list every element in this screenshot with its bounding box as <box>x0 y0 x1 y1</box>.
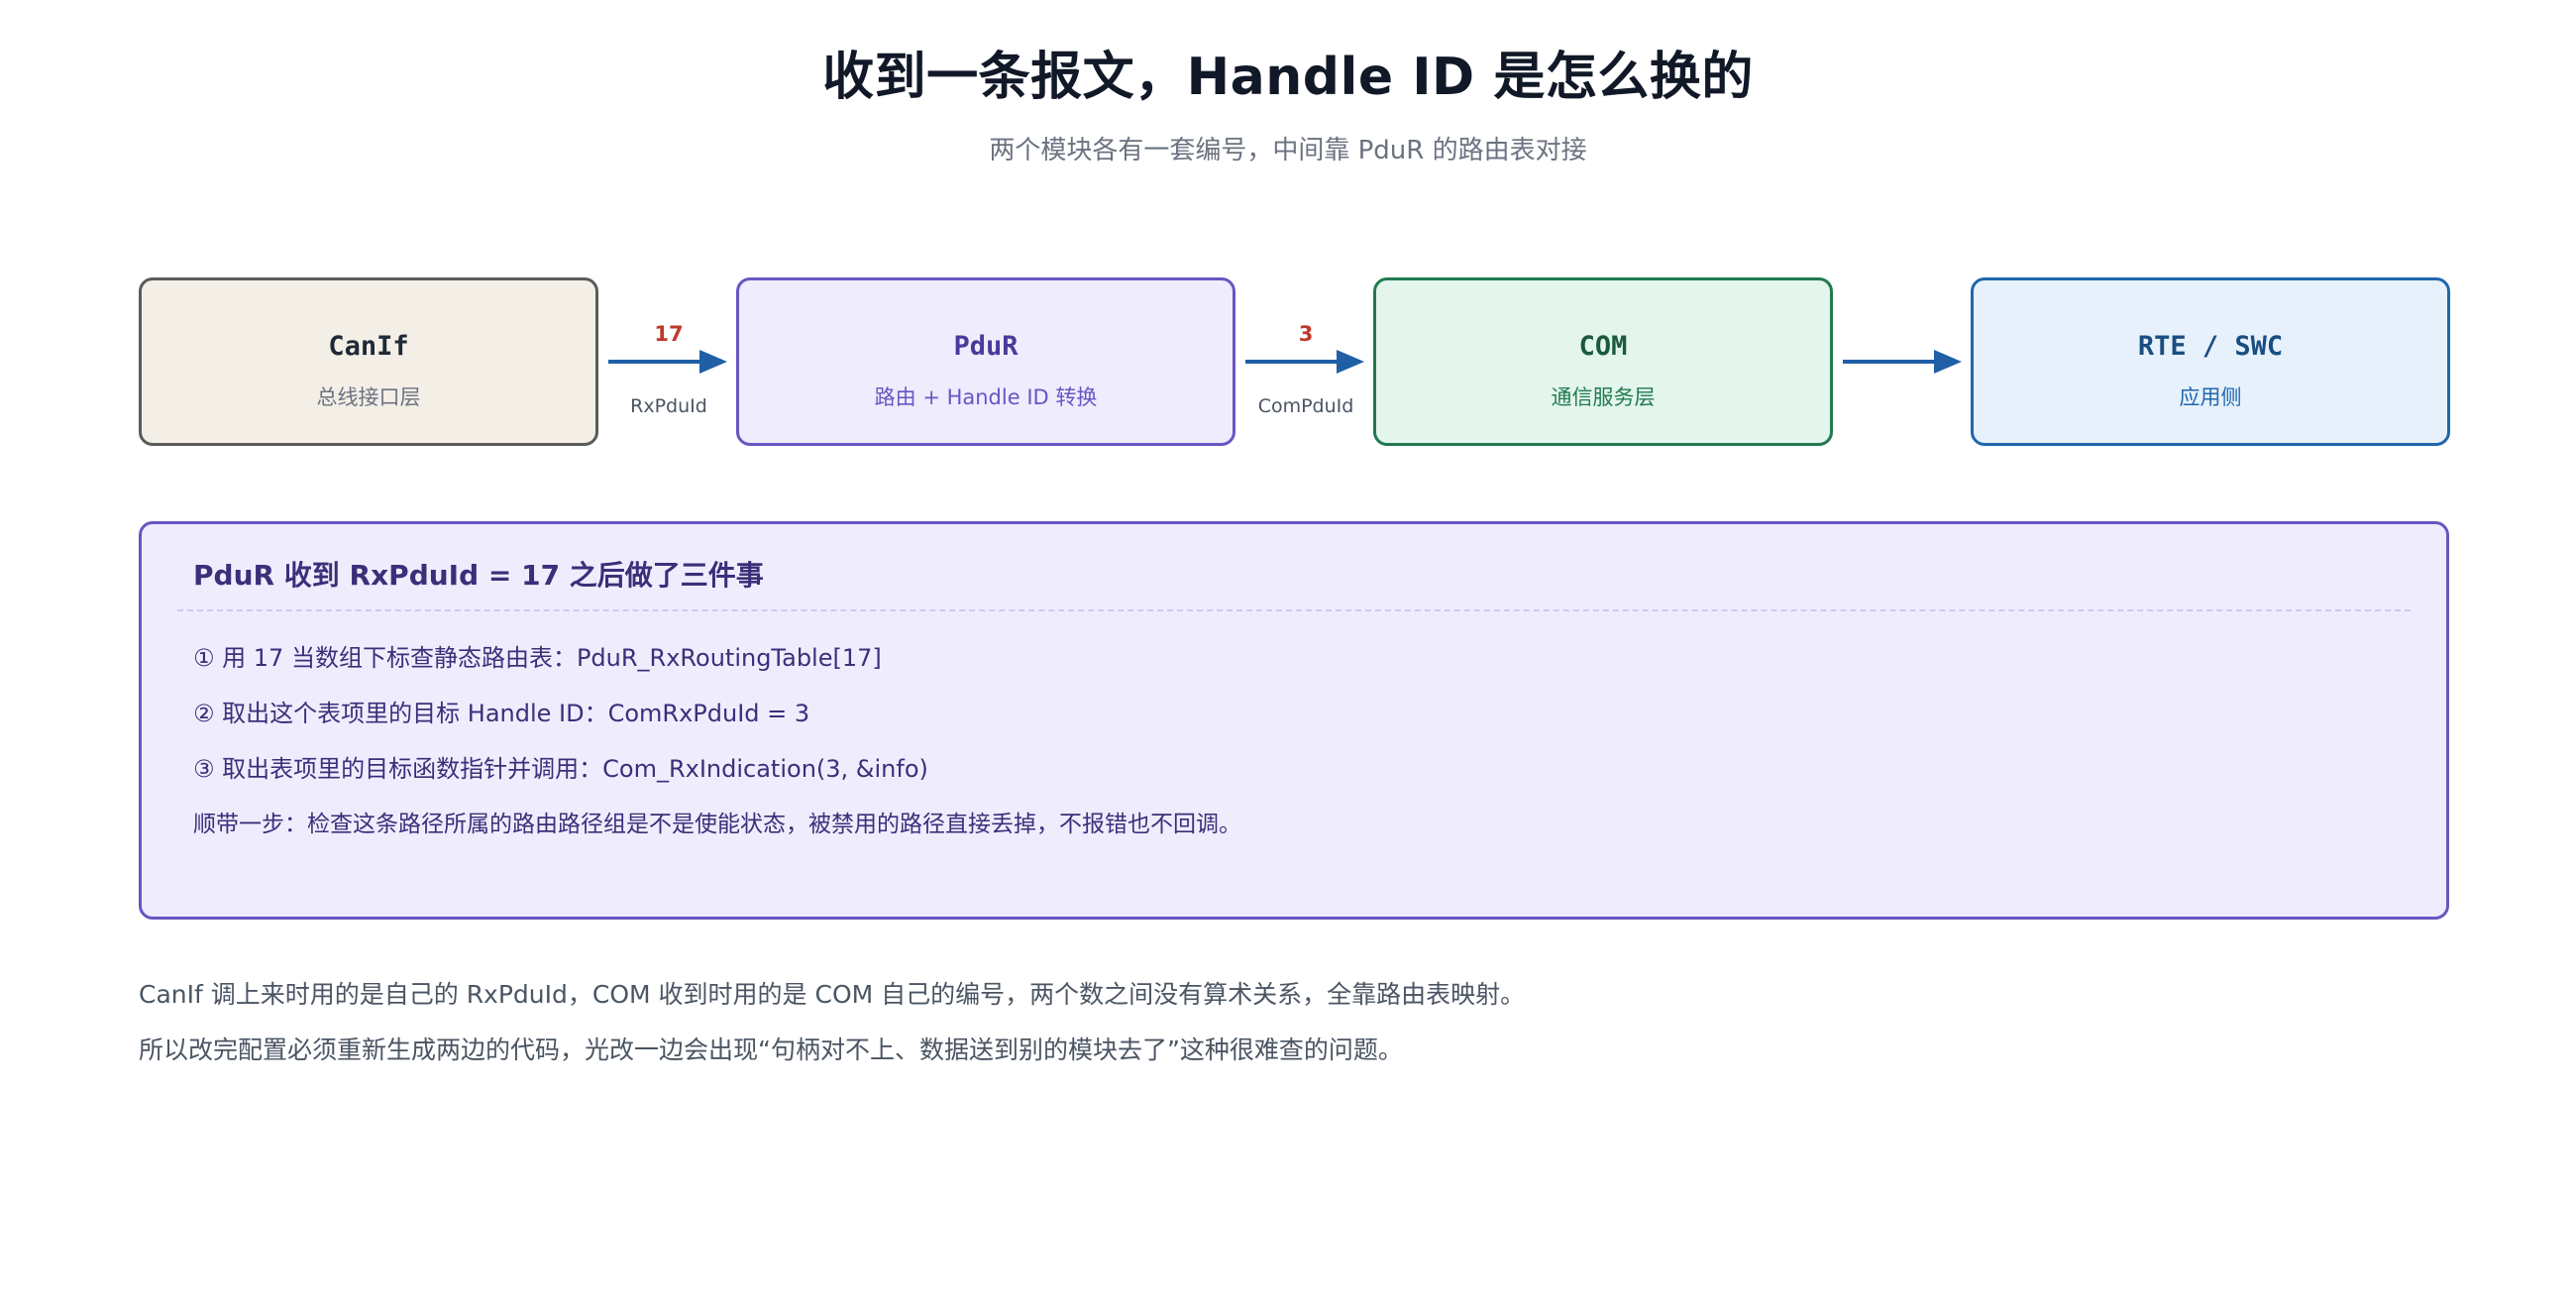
panel-steps: ① 用 17 当数组下标查静态路由表：PduR_RxRoutingTable[1… <box>193 641 2395 863</box>
arrow-pdur-to-com: 3 ComPduId <box>1245 277 1366 446</box>
arrow-com-to-rte <box>1843 277 1964 446</box>
footnote-1: CanIf 调上来时用的是自己的 RxPduId，COM 收到时用的是 COM … <box>139 980 1526 1009</box>
flow-diagram: CanIf 总线接口层 17 RxPduId PduR 路由 + Handle … <box>139 277 2450 450</box>
footnote-2: 所以改完配置必须重新生成两边的代码，光改一边会出现“句柄对不上、数据送到别的模块… <box>139 1036 1403 1064</box>
panel-divider <box>177 609 2411 611</box>
page-subtitle: 两个模块各有一套编号，中间靠 PduR 的路由表对接 <box>989 136 1587 165</box>
arrow-canif-to-pdur: 17 RxPduId <box>608 277 729 446</box>
panel-step-2: ② 取出这个表项里的目标 Handle ID：ComRxPduId = 3 <box>193 700 810 727</box>
panel-step-1: ① 用 17 当数组下标查静态路由表：PduR_RxRoutingTable[1… <box>193 644 882 672</box>
node-canif-subtitle: 总线接口层 <box>316 385 421 409</box>
arrow-right-icon <box>608 350 727 374</box>
node-rte-swc: RTE / SWC 应用侧 <box>1971 277 2450 446</box>
page-title: 收到一条报文，Handle ID 是怎么换的 <box>822 48 1754 107</box>
pdur-steps-panel: PduR 收到 RxPduId = 17 之后做了三件事 ① 用 17 当数组下… <box>139 521 2449 920</box>
arrow-right-icon <box>1245 350 1364 374</box>
node-rte-swc-subtitle: 应用侧 <box>2179 385 2242 409</box>
node-canif-title: CanIf <box>328 331 409 362</box>
node-pdur: PduR 路由 + Handle ID 转换 <box>736 277 1235 446</box>
node-com-subtitle: 通信服务层 <box>1551 385 1656 409</box>
panel-title: PduR 收到 RxPduId = 17 之后做了三件事 <box>193 559 764 592</box>
arrow-pdur-to-com-value: 3 <box>1298 322 1314 346</box>
node-rte-swc-title: RTE / SWC <box>2137 331 2284 362</box>
node-pdur-title: PduR <box>953 331 1019 362</box>
node-pdur-subtitle: 路由 + Handle ID 转换 <box>874 385 1098 409</box>
footnotes: CanIf 调上来时用的是自己的 RxPduId，COM 收到时用的是 COM … <box>139 977 2449 1088</box>
panel-extra-step: 顺带一步：检查这条路径所属的路由路径组是不是使能状态，被禁用的路径直接丢掉，不报… <box>193 812 1241 837</box>
node-com: COM 通信服务层 <box>1373 277 1833 446</box>
arrow-canif-to-pdur-value: 17 <box>654 322 684 346</box>
arrow-canif-to-pdur-label: RxPduId <box>630 395 707 417</box>
header: 收到一条报文，Handle ID 是怎么换的 两个模块各有一套编号，中间靠 Pd… <box>0 40 2576 168</box>
arrow-pdur-to-com-label: ComPduId <box>1257 395 1354 417</box>
node-canif: CanIf 总线接口层 <box>139 277 598 446</box>
panel-step-3: ③ 取出表项里的目标函数指针并调用：Com_RxIndication(3, &i… <box>193 755 928 783</box>
node-com-title: COM <box>1578 331 1628 362</box>
arrow-right-icon <box>1843 350 1962 374</box>
